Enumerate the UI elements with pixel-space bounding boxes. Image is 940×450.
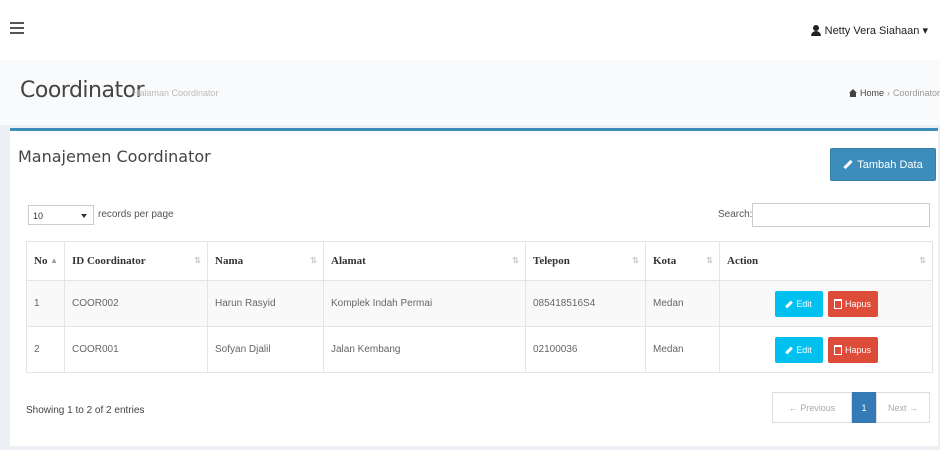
cell-id: COOR001 (64, 326, 208, 373)
top-navbar: Netty Vera Siahaan ▾ (0, 0, 940, 60)
page-subtitle: Halaman Coordinator (133, 88, 219, 98)
coordinator-box: Manajemen Coordinator Tambah Data 10 rec… (10, 128, 938, 446)
previous-page-button[interactable]: ← Previous (772, 392, 852, 423)
delete-button[interactable]: Hapus (827, 290, 878, 317)
table-row: 2 COOR001 Sofyan Djalil Jalan Kembang 02… (26, 326, 933, 373)
page-length-label: records per page (98, 209, 174, 220)
sort-icon: ⇅ (632, 256, 639, 265)
table-info: Showing 1 to 2 of 2 entries (26, 405, 145, 416)
breadcrumb-separator: › (886, 88, 890, 98)
sort-icon: ⇅ (194, 256, 201, 265)
cell-action: Edit Hapus (719, 280, 933, 327)
coordinator-table: No ▲ ID Coordinator ⇅ Nama ⇅ Alamat ⇅ Telepo… (26, 241, 933, 373)
page-length-select[interactable]: 10 (28, 205, 94, 225)
sort-icon: ⇅ (512, 256, 519, 265)
page-1-button[interactable]: 1 (852, 392, 876, 423)
delete-button[interactable]: Hapus (827, 336, 878, 363)
column-header-kota[interactable]: Kota ⇅ (645, 241, 720, 281)
sort-asc-icon: ▲ (50, 256, 58, 265)
edit-button[interactable]: Edit (774, 336, 823, 363)
cell-action: Edit Hapus (719, 326, 933, 373)
content-header: Coordinator Halaman Coordinator Home › C… (0, 60, 940, 125)
column-header-action[interactable]: Action ⇅ (719, 241, 933, 281)
cell-nama: Harun Rasyid (207, 280, 324, 327)
user-icon (810, 25, 821, 36)
column-header-id[interactable]: ID Coordinator ⇅ (64, 241, 208, 281)
column-header-alamat[interactable]: Alamat ⇅ (323, 241, 526, 281)
table-row: 1 COOR002 Harun Rasyid Komplek Indah Per… (26, 280, 933, 327)
page-title: Coordinator (20, 78, 145, 103)
box-title: Manajemen Coordinator (18, 147, 211, 166)
edit-button[interactable]: Edit (774, 290, 823, 317)
caret-down-icon (81, 214, 87, 218)
cell-telepon: 085418516S4 (525, 280, 646, 327)
search-input[interactable] (752, 203, 930, 227)
column-header-no[interactable]: No ▲ (26, 241, 65, 281)
user-name: Netty Vera Siahaan ▾ (824, 25, 928, 37)
menu-toggle-icon[interactable] (10, 22, 24, 37)
cell-id: COOR002 (64, 280, 208, 327)
pencil-icon (785, 346, 794, 355)
breadcrumb: Home › Coordinator (848, 88, 940, 98)
breadcrumb-current: Coordinator (892, 88, 940, 98)
cell-kota: Medan (645, 280, 720, 327)
cell-kota: Medan (645, 326, 720, 373)
cell-alamat: Komplek Indah Permai (323, 280, 526, 327)
cell-no: 2 (26, 326, 65, 373)
sort-icon: ⇅ (706, 256, 713, 265)
cell-telepon: 02100036 (525, 326, 646, 373)
table-header-row: No ▲ ID Coordinator ⇅ Nama ⇅ Alamat ⇅ Telepo… (26, 241, 933, 281)
add-data-button[interactable]: Tambah Data (830, 148, 936, 181)
cell-nama: Sofyan Djalil (207, 326, 324, 373)
trash-icon (833, 299, 842, 310)
trash-icon (833, 345, 842, 356)
sort-icon: ⇅ (919, 256, 926, 265)
pencil-icon (843, 159, 853, 170)
cell-no: 1 (26, 280, 65, 327)
cell-alamat: Jalan Kembang (323, 326, 526, 373)
add-data-label: Tambah Data (857, 158, 923, 171)
pagination: ← Previous 1 Next → (772, 392, 930, 423)
next-page-button[interactable]: Next → (876, 392, 930, 423)
pencil-icon (785, 300, 794, 309)
sort-icon: ⇅ (310, 256, 317, 265)
column-header-telepon[interactable]: Telepon ⇅ (525, 241, 646, 281)
home-icon (848, 89, 857, 97)
user-menu[interactable]: Netty Vera Siahaan ▾ (810, 24, 928, 37)
page-length-value: 10 (33, 211, 44, 221)
breadcrumb-home[interactable]: Home (860, 88, 884, 98)
column-header-nama[interactable]: Nama ⇅ (207, 241, 324, 281)
search-label: Search: (718, 209, 753, 220)
